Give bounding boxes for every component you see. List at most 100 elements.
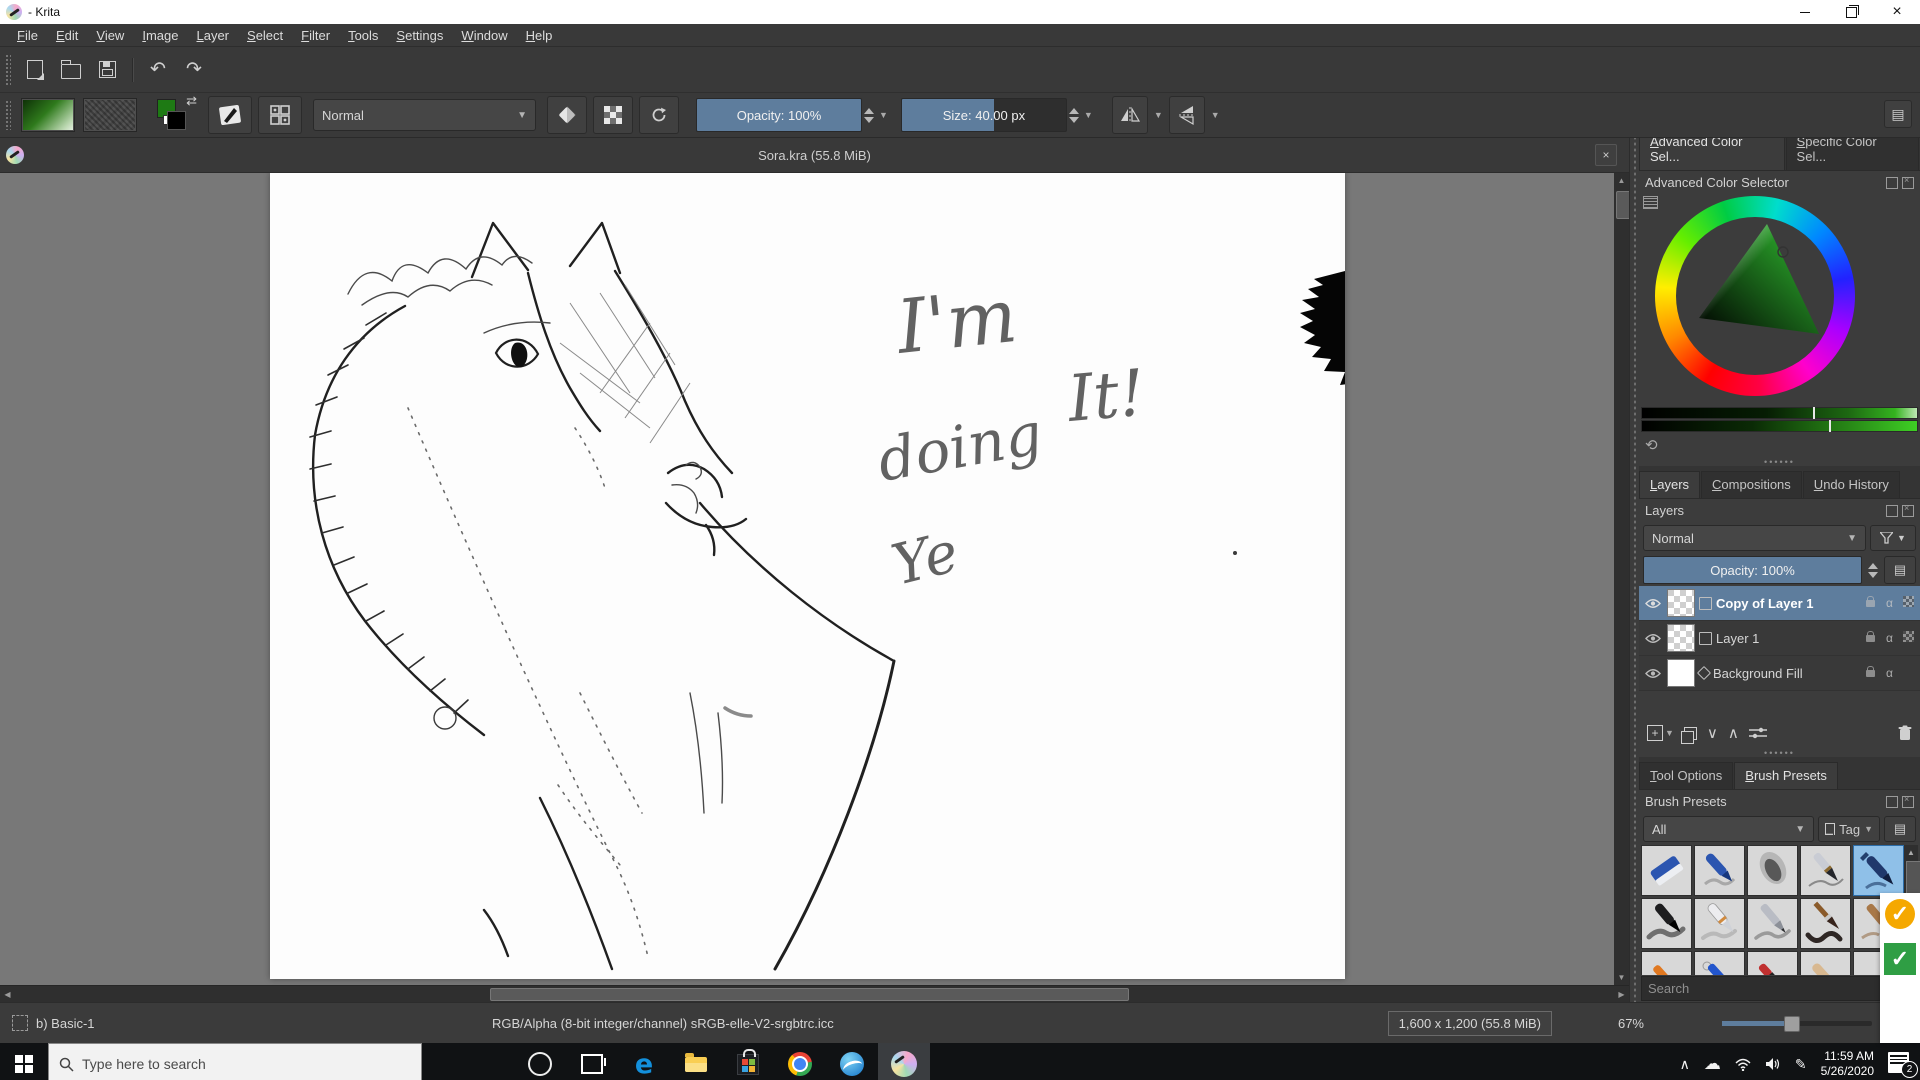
workspace-switcher-button[interactable]: ▤: [1884, 100, 1912, 128]
mirror-horizontal-caret[interactable]: ▼: [1154, 110, 1163, 120]
lock-icon[interactable]: [1863, 666, 1878, 680]
zoom-slider-handle[interactable]: [1784, 1016, 1800, 1032]
opacity-spinner[interactable]: [864, 108, 874, 123]
layer-thumbnail[interactable]: [1667, 589, 1695, 617]
preset-view-mode-button[interactable]: ▤: [1884, 816, 1916, 842]
document-close-button[interactable]: ×: [1595, 144, 1617, 166]
taskbar-clock[interactable]: 11:59 AM 5/26/2020: [1821, 1049, 1874, 1079]
layer-thumbnail[interactable]: [1667, 624, 1695, 652]
lightness-strip[interactable]: [1641, 407, 1918, 419]
docker-resize-handle[interactable]: ••••••: [1639, 457, 1920, 466]
preserve-alpha-button[interactable]: [593, 96, 633, 134]
menu-image[interactable]: Image: [133, 28, 187, 43]
redo-button[interactable]: ↷: [179, 55, 209, 85]
brush-preset-white-pen[interactable]: [1694, 898, 1745, 949]
minimize-button[interactable]: [1782, 0, 1828, 24]
opacity-slider[interactable]: Opacity: 100%: [696, 98, 862, 132]
visibility-eye-icon[interactable]: [1643, 633, 1663, 644]
tab-tool-options[interactable]: Tool Options: [1639, 762, 1733, 789]
float-layers-icon[interactable]: [1886, 505, 1898, 517]
blue-swirl-app-button[interactable]: [826, 1043, 878, 1080]
brush-preset-marker[interactable]: [1694, 845, 1745, 896]
layer-name[interactable]: Copy of Layer 1: [1716, 596, 1859, 611]
visibility-eye-icon[interactable]: [1643, 668, 1663, 679]
alpha-lock-icon[interactable]: α: [1882, 666, 1897, 680]
krita-taskbar-button[interactable]: [878, 1043, 930, 1080]
brush-preset-silver-pencil[interactable]: [1747, 898, 1798, 949]
close-docker-icon[interactable]: [1902, 177, 1914, 189]
layer-filter-button[interactable]: ▼: [1870, 525, 1916, 551]
opacity-options-caret[interactable]: ▼: [879, 110, 888, 120]
mirror-vertical-caret[interactable]: ▼: [1211, 110, 1220, 120]
toolbar-drag-handle[interactable]: [5, 54, 11, 86]
float-docker-icon[interactable]: [1886, 177, 1898, 189]
close-brush-docker-icon[interactable]: [1902, 796, 1914, 808]
brush-search-input[interactable]: [1641, 976, 1918, 1001]
tab-layers[interactable]: Layers: [1639, 471, 1700, 498]
move-layer-down-button[interactable]: ∨: [1707, 724, 1718, 742]
add-layer-button[interactable]: +▼: [1647, 725, 1674, 741]
brush-preset-black-pen[interactable]: [1641, 898, 1692, 949]
hidden-icons-chevron[interactable]: ∧: [1680, 1056, 1690, 1073]
taskbar-search-box[interactable]: Type here to search: [48, 1043, 422, 1080]
scroll-right-arrow[interactable]: ▶: [1614, 986, 1629, 1002]
vertical-scroll-thumb[interactable]: [1616, 191, 1629, 219]
vertical-scrollbar[interactable]: ▲ ▼: [1614, 173, 1629, 985]
gradient-chooser[interactable]: [21, 98, 75, 132]
image-size-box[interactable]: 1,600 x 1,200 (55.8 MiB): [1388, 1011, 1552, 1036]
volume-icon[interactable]: [1765, 1057, 1781, 1071]
brush-preset-orange-pencil[interactable]: [1641, 951, 1692, 975]
hue-ring[interactable]: [1655, 196, 1855, 396]
layer-opacity-spinner[interactable]: [1868, 563, 1878, 578]
pen-settings-icon[interactable]: ✎: [1795, 1056, 1807, 1073]
visibility-eye-icon[interactable]: [1643, 598, 1663, 609]
layer-row[interactable]: Layer 1 α: [1639, 621, 1920, 656]
tab-brush-presets[interactable]: Brush Presets: [1734, 762, 1838, 789]
layer-name[interactable]: Layer 1: [1716, 631, 1859, 646]
color-history-icon[interactable]: ⟲: [1645, 436, 1658, 454]
swap-colors-icon[interactable]: ⇄: [186, 93, 197, 109]
close-button[interactable]: ×: [1874, 0, 1920, 24]
antivirus-notification-overlay[interactable]: ✓ ✓: [1880, 893, 1920, 1043]
choose-workspace-button[interactable]: [258, 96, 302, 134]
file-explorer-button[interactable]: [670, 1043, 722, 1080]
duplicate-layer-button[interactable]: [1684, 727, 1697, 740]
eraser-mode-button[interactable]: [547, 96, 587, 134]
delete-layer-button[interactable]: [1898, 725, 1912, 741]
wifi-icon[interactable]: [1735, 1058, 1751, 1071]
alpha-lock-icon[interactable]: α: [1882, 631, 1897, 645]
edge-button[interactable]: e: [618, 1043, 670, 1080]
tab-undo-history[interactable]: Undo History: [1803, 471, 1900, 498]
brush-preset-soft-round[interactable]: [1747, 845, 1798, 896]
undo-button[interactable]: ↶: [143, 55, 173, 85]
scroll-left-arrow[interactable]: ◀: [0, 986, 15, 1002]
menu-edit[interactable]: Edit: [47, 28, 87, 43]
layer-row[interactable]: Copy of Layer 1 α: [1639, 586, 1920, 621]
size-options-caret[interactable]: ▼: [1084, 110, 1093, 120]
brush-preset-selected[interactable]: [1853, 845, 1904, 896]
inherit-alpha-icon[interactable]: [1901, 631, 1916, 645]
alpha-lock-icon[interactable]: α: [1882, 596, 1897, 610]
layer-properties-button[interactable]: [1749, 726, 1767, 740]
brush-preset-paintbrush[interactable]: [1800, 898, 1851, 949]
scroll-down-arrow[interactable]: ▼: [1614, 970, 1629, 985]
new-document-button[interactable]: [20, 55, 50, 85]
menu-settings[interactable]: Settings: [387, 28, 452, 43]
edit-brush-settings-button[interactable]: [208, 96, 252, 134]
menu-file[interactable]: File: [8, 28, 47, 43]
canvas[interactable]: I'm It! doing Ye: [270, 173, 1345, 979]
background-color-swatch[interactable]: [167, 111, 186, 130]
blending-mode-dropdown[interactable]: Normal ▼: [313, 99, 536, 131]
reload-original-preset-button[interactable]: [639, 96, 679, 134]
brush-tag-filter-dropdown[interactable]: All ▼: [1643, 816, 1814, 842]
save-button[interactable]: [92, 55, 122, 85]
zoom-slider[interactable]: [1722, 1021, 1872, 1026]
layer-row[interactable]: Background Fill α: [1639, 656, 1920, 691]
canvas-area[interactable]: I'm It! doing Ye ▲ ▼: [0, 173, 1629, 985]
close-layers-icon[interactable]: [1902, 505, 1914, 517]
task-view-button[interactable]: [566, 1043, 618, 1080]
tag-button[interactable]: Tag ▼: [1818, 816, 1880, 842]
open-document-button[interactable]: [56, 55, 86, 85]
layer-name[interactable]: Background Fill: [1713, 666, 1859, 681]
size-spinner[interactable]: [1069, 108, 1079, 123]
